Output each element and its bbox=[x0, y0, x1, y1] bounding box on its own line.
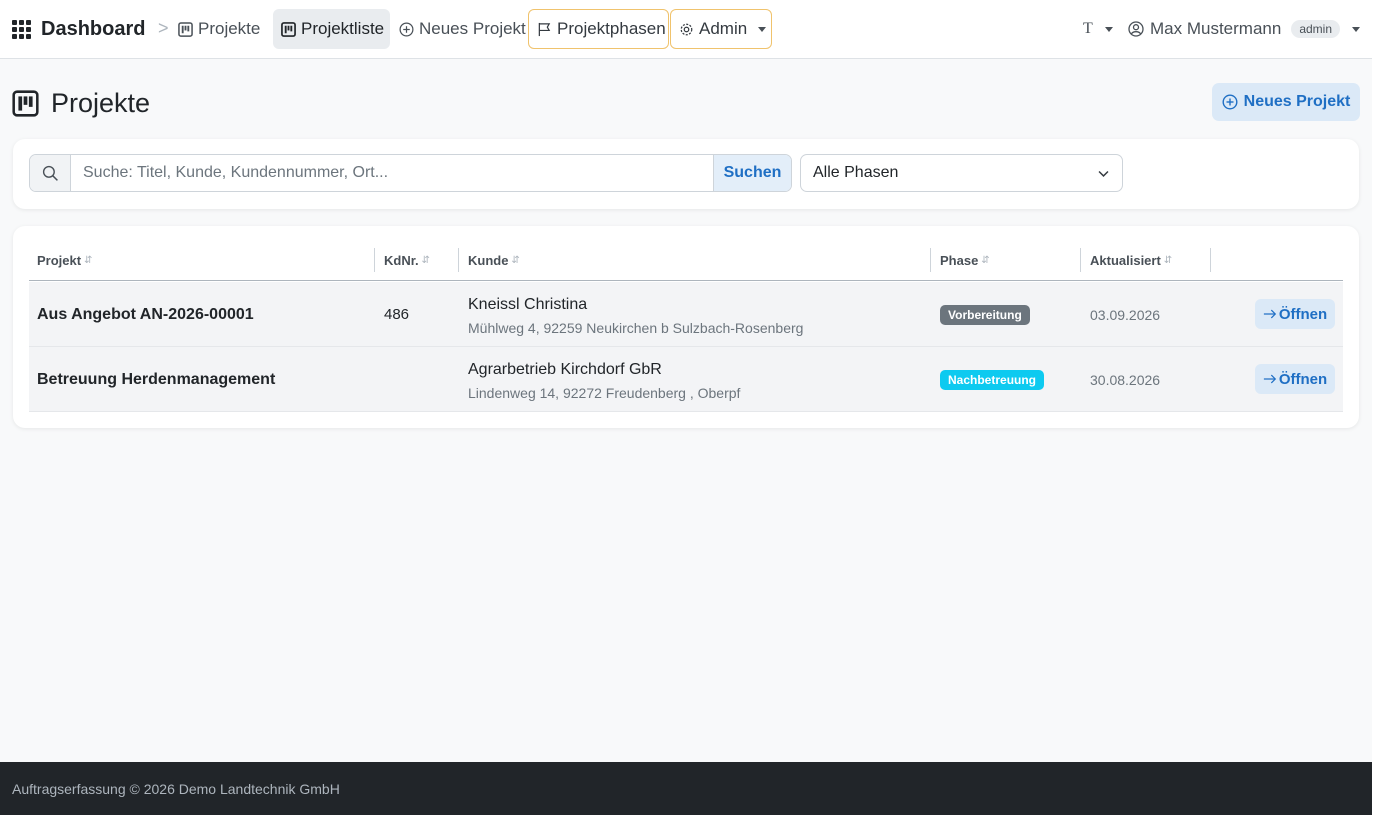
updated-date: 03.09.2026 bbox=[1090, 307, 1161, 323]
flag-icon bbox=[538, 22, 551, 36]
table-row[interactable]: Aus Angebot AN-2026-00001 486 Kneissl Ch… bbox=[29, 282, 1343, 347]
user-circle-icon bbox=[1128, 21, 1144, 37]
column-label: Projekt bbox=[37, 252, 82, 268]
sort-icon: ⇵ bbox=[511, 254, 520, 266]
open-label: Öffnen bbox=[1278, 305, 1328, 323]
kanban-icon bbox=[281, 21, 296, 37]
nav-item-projektliste[interactable]: Projektliste bbox=[273, 9, 390, 49]
nav-item-projekte[interactable]: Projekte bbox=[170, 9, 268, 49]
arrow-right-icon bbox=[1263, 309, 1276, 319]
open-project-button[interactable]: Öffnen bbox=[1255, 299, 1335, 329]
open-project-button[interactable]: Öffnen bbox=[1255, 364, 1335, 394]
sort-icon: ⇵ bbox=[421, 254, 431, 266]
search-input[interactable] bbox=[71, 155, 713, 191]
kanban-icon bbox=[178, 21, 193, 37]
user-name: Max Mustermann bbox=[1150, 19, 1282, 38]
font-icon: T bbox=[1083, 20, 1093, 37]
customer-name: Kneissl Christina bbox=[468, 296, 588, 313]
project-title: Betreuung Herdenmanagement bbox=[37, 371, 276, 388]
customer-address: Mühlweg 4, 92259 Neukirchen b Sulzbach-R… bbox=[468, 320, 804, 336]
column-header-kunde[interactable]: Kunde ⇵ bbox=[460, 248, 520, 272]
page-title: Projekte bbox=[12, 86, 150, 120]
plus-circle-icon bbox=[1222, 94, 1238, 110]
column-divider bbox=[1080, 248, 1081, 272]
projects-table-card: Projekt ⇵ KdNr. ⇵ Kunde ⇵ Phase ⇵ Aktual… bbox=[13, 226, 1359, 428]
gear-icon bbox=[680, 23, 693, 35]
role-badge: admin bbox=[1291, 20, 1341, 38]
nav-item-projektphasen[interactable]: Projektphasen bbox=[528, 9, 669, 49]
brand-label: Dashboard bbox=[41, 17, 146, 40]
search-button[interactable]: Suchen bbox=[713, 155, 791, 191]
updated-date: 30.08.2026 bbox=[1090, 372, 1161, 388]
customer-name: Agrarbetrieb Kirchdorf GbR bbox=[468, 361, 662, 378]
customer-address: Lindenweg 14, 92272 Freudenberg , Oberpf bbox=[468, 385, 741, 401]
open-label: Öffnen bbox=[1278, 370, 1328, 388]
new-project-button[interactable]: Neues Projekt bbox=[1212, 83, 1360, 121]
project-title: Aus Angebot AN-2026-00001 bbox=[37, 306, 254, 323]
font-toggle-dropdown[interactable]: T bbox=[1083, 9, 1113, 49]
table-row[interactable]: Betreuung Herdenmanagement Agrarbetrieb … bbox=[29, 347, 1343, 412]
column-label: KdNr. bbox=[384, 252, 419, 268]
sort-icon: ⇵ bbox=[981, 254, 990, 266]
column-divider bbox=[930, 248, 931, 272]
nav-item-label: Projekte bbox=[198, 19, 261, 38]
column-divider bbox=[458, 248, 459, 272]
nav-item-neues-projekt[interactable]: Neues Projekt bbox=[391, 9, 534, 49]
nav-item-label: Admin bbox=[699, 19, 748, 38]
chevron-down-icon bbox=[1104, 26, 1113, 32]
search-icon bbox=[42, 165, 58, 181]
kanban-icon bbox=[12, 89, 39, 117]
search-addon bbox=[30, 155, 71, 191]
arrow-right-icon bbox=[1263, 374, 1276, 384]
nav-item-label: Projektliste bbox=[301, 19, 385, 38]
scrollbar-track[interactable] bbox=[1372, 0, 1384, 815]
column-divider bbox=[374, 248, 375, 272]
plus-circle-icon bbox=[399, 22, 414, 36]
column-label: Aktualisiert bbox=[1090, 252, 1161, 268]
breadcrumb-separator: > bbox=[158, 18, 169, 38]
user-menu-dropdown[interactable]: Max Mustermann admin bbox=[1128, 9, 1361, 49]
phase-badge: Nachbetreuung bbox=[940, 370, 1045, 390]
customer-number: 486 bbox=[384, 306, 410, 323]
nav-item-admin-dropdown[interactable]: Admin bbox=[670, 9, 772, 49]
footer-text: Auftragserfassung © 2026 Demo Landtechni… bbox=[12, 780, 340, 797]
nav-item-label: Neues Projekt bbox=[419, 19, 526, 38]
column-label: Phase bbox=[940, 252, 979, 268]
column-header-kdnr[interactable]: KdNr. ⇵ bbox=[376, 248, 430, 272]
new-project-label: Neues Projekt bbox=[1243, 93, 1351, 110]
column-label: Kunde bbox=[468, 252, 509, 268]
table-header: Projekt ⇵ KdNr. ⇵ Kunde ⇵ Phase ⇵ Aktual… bbox=[29, 248, 1343, 281]
page-title-text: Projekte bbox=[51, 87, 151, 118]
phase-badge: Vorbereitung bbox=[940, 305, 1030, 325]
column-header-aktualisiert[interactable]: Aktualisiert ⇵ bbox=[1082, 248, 1172, 272]
phase-filter-select[interactable]: Alle Phasen bbox=[800, 154, 1123, 192]
column-header-projekt[interactable]: Projekt ⇵ bbox=[29, 248, 92, 272]
column-header-phase[interactable]: Phase ⇵ bbox=[932, 248, 990, 272]
sort-icon: ⇵ bbox=[1163, 254, 1173, 266]
top-navbar: Dashboard > Projekte Projektliste Neues … bbox=[0, 0, 1372, 59]
chevron-down-icon bbox=[1098, 170, 1109, 177]
brand-link[interactable]: Dashboard bbox=[12, 16, 145, 42]
nav-item-label: Projektphasen bbox=[557, 19, 666, 38]
search-group: Suchen bbox=[29, 154, 792, 192]
sort-icon: ⇵ bbox=[84, 254, 93, 266]
phase-filter-value: Alle Phasen bbox=[813, 164, 899, 181]
chevron-down-icon bbox=[1352, 26, 1361, 32]
apps-grid-icon bbox=[12, 19, 31, 39]
chevron-down-icon bbox=[758, 26, 767, 32]
page: Dashboard > Projekte Projektliste Neues … bbox=[0, 0, 1372, 815]
footer: Auftragserfassung © 2026 Demo Landtechni… bbox=[0, 762, 1372, 815]
column-divider bbox=[1210, 248, 1211, 272]
search-card: Suchen Alle Phasen bbox=[13, 139, 1359, 209]
